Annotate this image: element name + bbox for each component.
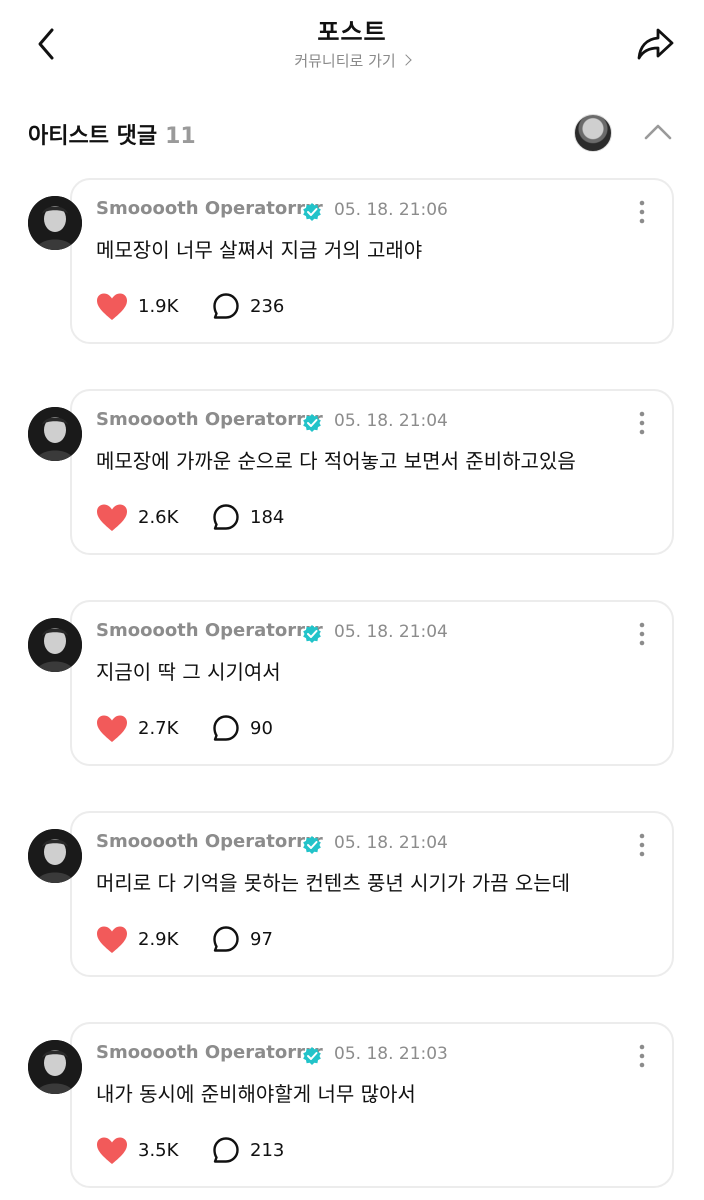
heart-icon <box>97 1137 127 1164</box>
reply-count: 97 <box>250 929 273 950</box>
author-avatar[interactable] <box>28 407 82 461</box>
comment-timestamp: 05. 18. 21:03 <box>334 1044 448 1064</box>
share-button[interactable] <box>634 22 678 66</box>
avatar-photo <box>28 407 82 461</box>
comment-text: 메모장이 너무 살쪄서 지금 거의 고래야 <box>96 238 423 262</box>
verified-badge-icon <box>303 625 321 643</box>
artist-comments-header: 아티스트 댓글 11 <box>28 112 676 152</box>
speech-bubble-icon <box>213 715 239 741</box>
heart-icon <box>97 926 127 953</box>
comment-timestamp: 05. 18. 21:06 <box>334 200 448 220</box>
comment-text: 내가 동시에 준비해야할게 너무 많아서 <box>96 1082 416 1106</box>
chevron-up-icon <box>644 124 672 140</box>
author-name[interactable]: Smooooth Operatorrrr <box>96 831 323 852</box>
speech-bubble-icon <box>213 293 239 319</box>
reply-count: 90 <box>250 718 273 739</box>
collapse-button[interactable] <box>644 122 672 142</box>
speech-bubble-icon <box>213 926 239 952</box>
like-count: 2.7K <box>138 718 179 739</box>
heart-icon <box>97 715 127 742</box>
author-avatar[interactable] <box>28 1040 82 1094</box>
more-options-button[interactable] <box>632 409 652 437</box>
author-name[interactable]: Smooooth Operatorrrr <box>96 620 323 641</box>
more-vertical-icon <box>639 411 645 435</box>
comment-text: 지금이 딱 그 시기여서 <box>96 660 281 684</box>
chevron-right-icon <box>400 54 412 66</box>
comment-text: 머리로 다 기억을 못하는 컨텐츠 풍년 시기가 가끔 오는데 <box>96 871 571 895</box>
comment-timestamp: 05. 18. 21:04 <box>334 411 448 431</box>
comment-item: Smooooth Operatorrrr 05. 18. 21:06 메모장이 … <box>28 178 676 348</box>
comment-item: Smooooth Operatorrrr 05. 18. 21:04 메모장에 … <box>28 389 676 559</box>
verified-badge-icon <box>303 414 321 432</box>
heart-icon <box>97 293 127 320</box>
comment-text: 메모장에 가까운 순으로 다 적어놓고 보면서 준비하고있음 <box>96 449 576 473</box>
comment-item: Smooooth Operatorrrr 05. 18. 21:04 머리로 다… <box>28 811 676 981</box>
share-icon <box>637 28 674 60</box>
author-avatar[interactable] <box>28 196 82 250</box>
more-vertical-icon <box>639 622 645 646</box>
avatar-photo <box>28 196 82 250</box>
page-title: 포스트 <box>317 18 387 46</box>
more-vertical-icon <box>639 1044 645 1068</box>
section-title: 아티스트 댓글 11 <box>28 118 196 150</box>
author-name[interactable]: Smooooth Operatorrrr <box>96 409 323 430</box>
verified-badge-icon <box>303 1047 321 1065</box>
comment-timestamp: 05. 18. 21:04 <box>334 833 448 853</box>
like-count: 2.9K <box>138 929 179 950</box>
author-name[interactable]: Smooooth Operatorrrr <box>96 198 323 219</box>
avatar-photo <box>28 618 82 672</box>
speech-bubble-icon <box>213 1137 239 1163</box>
author-avatar[interactable] <box>28 618 82 672</box>
speech-bubble-icon <box>213 504 239 530</box>
section-title-label: 아티스트 댓글 <box>28 124 158 149</box>
avatar-photo <box>28 829 82 883</box>
more-options-button[interactable] <box>632 620 652 648</box>
comment-item: Smooooth Operatorrrr 05. 18. 21:04 지금이 딱… <box>28 600 676 770</box>
community-link[interactable]: 커뮤니티로 가기 <box>0 50 704 71</box>
top-bar: 포스트 커뮤니티로 가기 <box>0 0 704 90</box>
community-link-label: 커뮤니티로 가기 <box>294 52 396 70</box>
like-count: 1.9K <box>138 296 179 317</box>
heart-icon <box>97 504 127 531</box>
more-options-button[interactable] <box>632 1042 652 1070</box>
comment-item: Smooooth Operatorrrr 05. 18. 21:03 내가 동시… <box>28 1022 676 1192</box>
reply-count: 236 <box>250 296 285 317</box>
comment-count: 11 <box>165 124 196 149</box>
like-count: 3.5K <box>138 1140 179 1161</box>
reply-count: 184 <box>250 507 285 528</box>
like-count: 2.6K <box>138 507 179 528</box>
author-avatar[interactable] <box>28 829 82 883</box>
verified-badge-icon <box>303 203 321 221</box>
more-options-button[interactable] <box>632 831 652 859</box>
artist-avatar[interactable] <box>574 114 612 152</box>
author-name[interactable]: Smooooth Operatorrrr <box>96 1042 323 1063</box>
verified-badge-icon <box>303 836 321 854</box>
more-options-button[interactable] <box>632 198 652 226</box>
avatar-photo <box>28 1040 82 1094</box>
reply-count: 213 <box>250 1140 285 1161</box>
comment-timestamp: 05. 18. 21:04 <box>334 622 448 642</box>
more-vertical-icon <box>639 200 645 224</box>
more-vertical-icon <box>639 833 645 857</box>
